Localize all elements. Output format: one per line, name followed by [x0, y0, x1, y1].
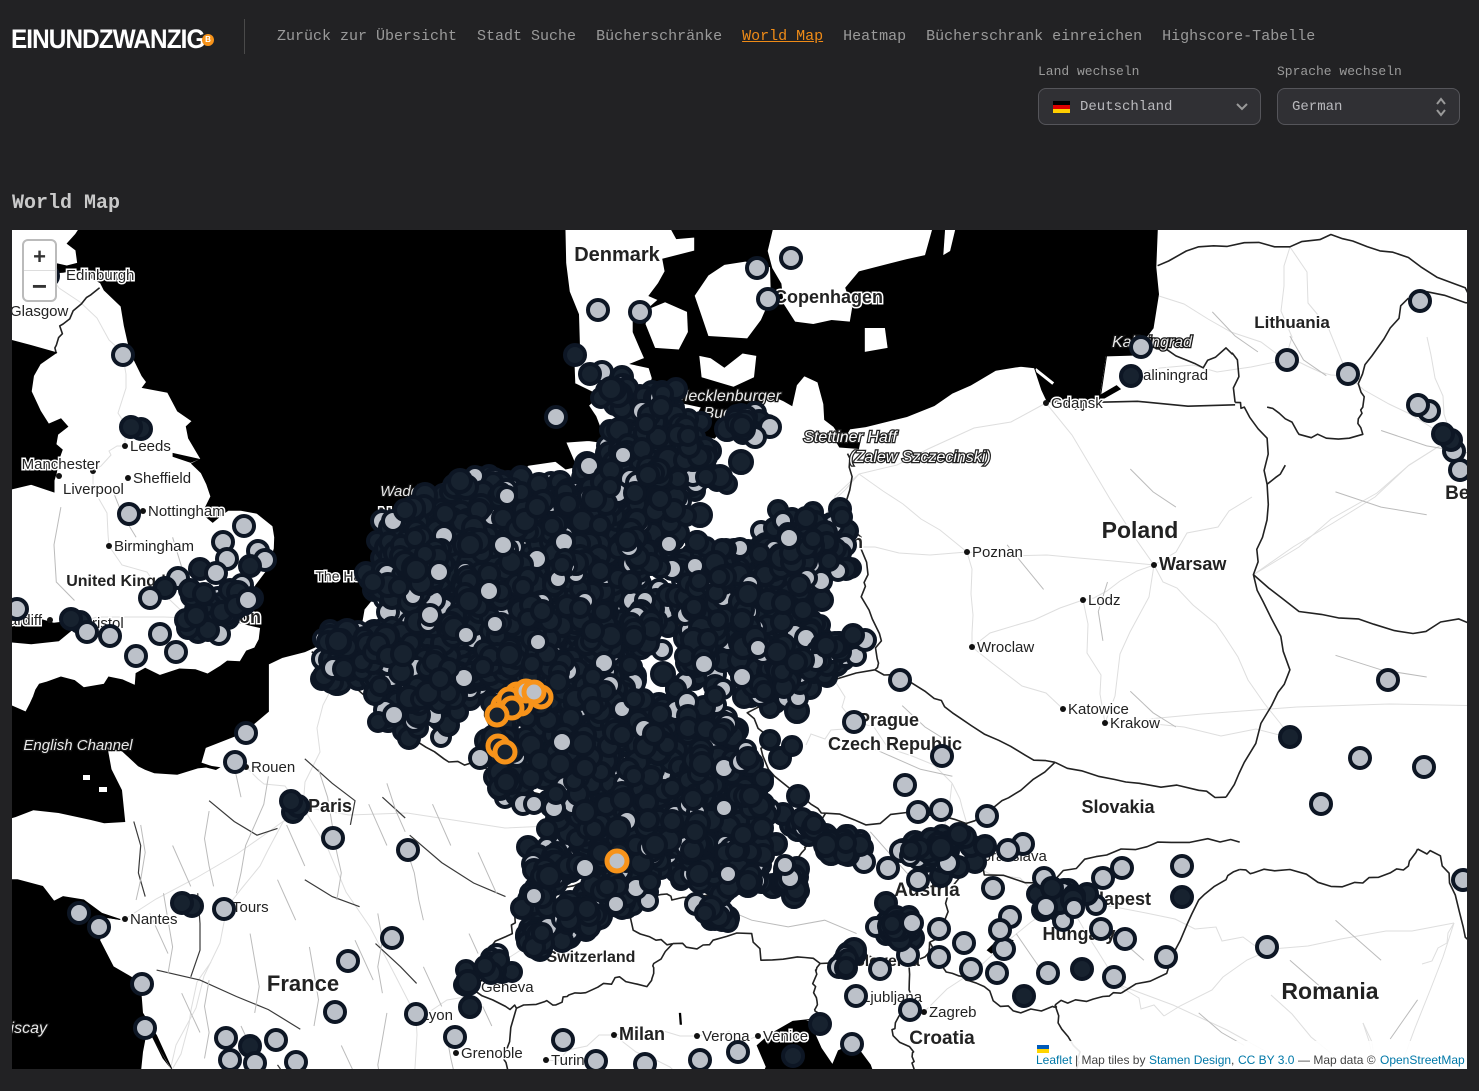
svg-text:Manchester: Manchester	[22, 456, 100, 473]
svg-text:Lodz: Lodz	[1088, 592, 1121, 609]
svg-text:Denmark: Denmark	[574, 244, 660, 266]
svg-text:Slovakia: Slovakia	[1081, 797, 1155, 817]
svg-text:Copenhagen: Copenhagen	[774, 287, 883, 307]
svg-text:Kaliningrad: Kaliningrad	[1133, 367, 1208, 384]
svg-text:Poland: Poland	[1102, 517, 1179, 543]
svg-text:Glasgow: Glasgow	[12, 303, 69, 320]
svg-text:France: France	[267, 971, 339, 996]
svg-text:Birmingham: Birmingham	[114, 538, 194, 555]
svg-text:Mecklenburger: Mecklenburger	[675, 388, 782, 405]
svg-text:Zagreb: Zagreb	[929, 1004, 977, 1021]
svg-text:Nottingham: Nottingham	[148, 503, 225, 520]
svg-text:Milan: Milan	[619, 1024, 665, 1044]
svg-text:Lithuania: Lithuania	[1254, 313, 1330, 332]
svg-text:Krakow: Krakow	[1110, 715, 1160, 732]
svg-text:Grenoble: Grenoble	[461, 1045, 523, 1062]
svg-text:Romania: Romania	[1281, 978, 1378, 1004]
svg-text:Gdansk: Gdansk	[1051, 395, 1103, 412]
svg-text:Leeds: Leeds	[130, 438, 171, 455]
svg-text:Liverpool: Liverpool	[63, 481, 124, 498]
svg-text:Poznan: Poznan	[972, 544, 1023, 561]
svg-text:Warsaw: Warsaw	[1159, 554, 1227, 574]
svg-text:Belarus: Belarus	[1445, 483, 1467, 504]
svg-text:Croatia: Croatia	[909, 1028, 975, 1049]
svg-text:(Zalew Szczecinski): (Zalew Szczecinski)	[849, 449, 990, 466]
svg-text:Stettiner Haff: Stettiner Haff	[803, 429, 898, 446]
svg-text:Turin: Turin	[551, 1052, 585, 1069]
svg-text:Venice: Venice	[763, 1028, 808, 1045]
svg-text:English Channel: English Channel	[23, 737, 133, 754]
svg-text:Sheffield: Sheffield	[133, 470, 191, 487]
svg-text:Paris: Paris	[308, 796, 352, 816]
svg-text:Prague: Prague	[858, 710, 919, 730]
svg-text:Wroclaw: Wroclaw	[977, 639, 1034, 656]
svg-text:Rouen: Rouen	[251, 759, 295, 776]
svg-text:Nantes: Nantes	[130, 911, 178, 928]
svg-text:Tours: Tours	[232, 899, 269, 916]
svg-text:Edinburgh: Edinburgh	[66, 267, 134, 284]
svg-text:Bay of Biscay: Bay of Biscay	[12, 1020, 48, 1037]
